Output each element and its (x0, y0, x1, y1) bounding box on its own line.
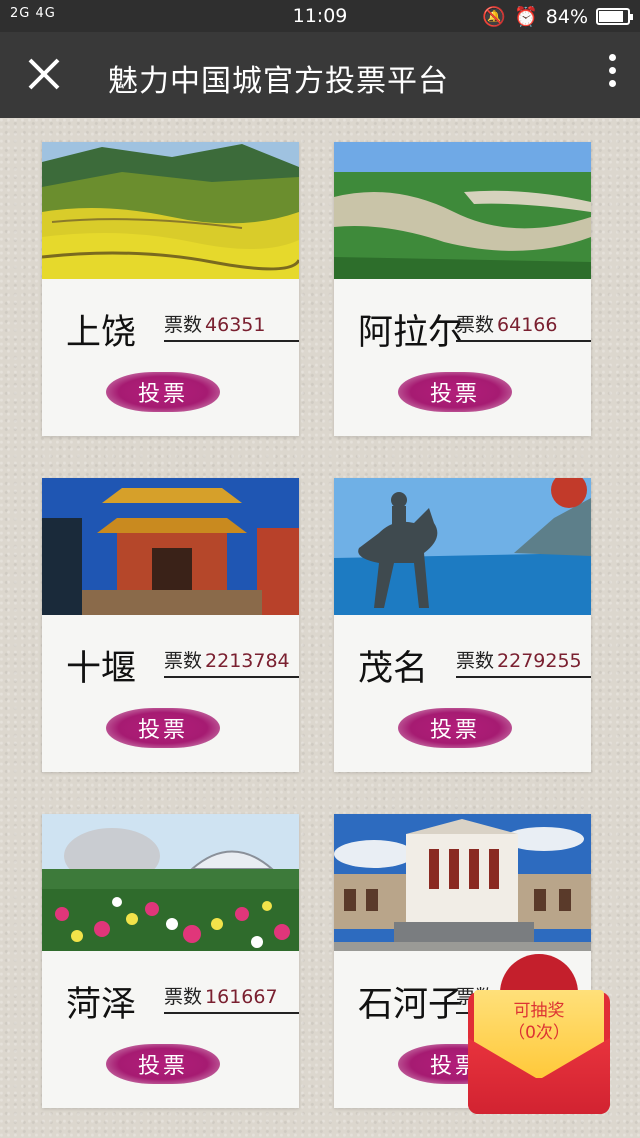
page-title: 魅力中国城官方投票平台 (108, 64, 449, 99)
city-card: 菏泽 票数 161667 投票 (42, 814, 299, 1108)
city-name: 菏泽 (66, 985, 137, 1025)
city-photo (42, 814, 299, 951)
vote-button[interactable]: 投票 (398, 372, 512, 412)
vote-button[interactable]: 投票 (106, 372, 220, 412)
vote-count: 票数 2213784 (164, 646, 299, 678)
vote-button[interactable]: 投票 (398, 708, 512, 748)
close-icon[interactable] (24, 52, 64, 96)
city-name: 石河子 (358, 985, 464, 1025)
vote-label: 票数 (164, 314, 203, 336)
city-photo (334, 142, 591, 279)
status-right: 🔕 ⏰ 84% (482, 5, 633, 28)
city-card: 十堰 票数 2213784 投票 (42, 478, 299, 772)
city-name: 茂名 (358, 649, 429, 689)
city-name: 十堰 (66, 649, 137, 689)
battery-fill (599, 11, 623, 22)
vote-number: 64166 (497, 314, 558, 336)
city-name: 上饶 (66, 313, 137, 353)
battery-percent: 84% (545, 5, 588, 28)
city-photo (334, 814, 591, 951)
vote-count: 票数 161667 (164, 982, 299, 1014)
city-photo (334, 478, 591, 615)
city-card: 茂名 票数 2279255 投票 (334, 478, 591, 772)
vote-count: 票数 46351 (164, 310, 299, 342)
city-photo (42, 142, 299, 279)
vote-number: 161667 (205, 986, 278, 1008)
lottery-count: （0次） (508, 1023, 570, 1043)
lottery-envelope-button[interactable]: 可抽奖 （0次） (468, 954, 610, 1114)
vote-button[interactable]: 投票 (106, 1044, 220, 1084)
vote-count: 票数 2279255 (456, 646, 591, 678)
city-card: 上饶 票数 46351 投票 (42, 142, 299, 436)
vote-label: 票数 (164, 650, 203, 672)
vote-number: 46351 (205, 314, 266, 336)
alarm-icon: ⏰ (514, 6, 538, 28)
vote-label: 票数 (456, 650, 495, 672)
city-name: 阿拉尔 (358, 313, 464, 353)
status-bar: 2G 4G 11:09 🔕 ⏰ 84% (0, 0, 640, 32)
vote-number: 2213784 (205, 650, 290, 672)
vote-label: 票数 (456, 314, 495, 336)
vote-number: 2279255 (497, 650, 582, 672)
battery-icon (596, 8, 633, 25)
mute-icon: 🔕 (482, 6, 507, 28)
vote-label: 票数 (164, 986, 203, 1008)
vote-count: 票数 64166 (456, 310, 591, 342)
city-card: 阿拉尔 票数 64166 投票 (334, 142, 591, 436)
city-photo (42, 478, 299, 615)
nav-bar: 魅力中国城官方投票平台 (0, 32, 640, 118)
more-icon[interactable] (606, 54, 618, 94)
vote-button[interactable]: 投票 (106, 708, 220, 748)
lottery-label: 可抽奖 (513, 1001, 565, 1021)
